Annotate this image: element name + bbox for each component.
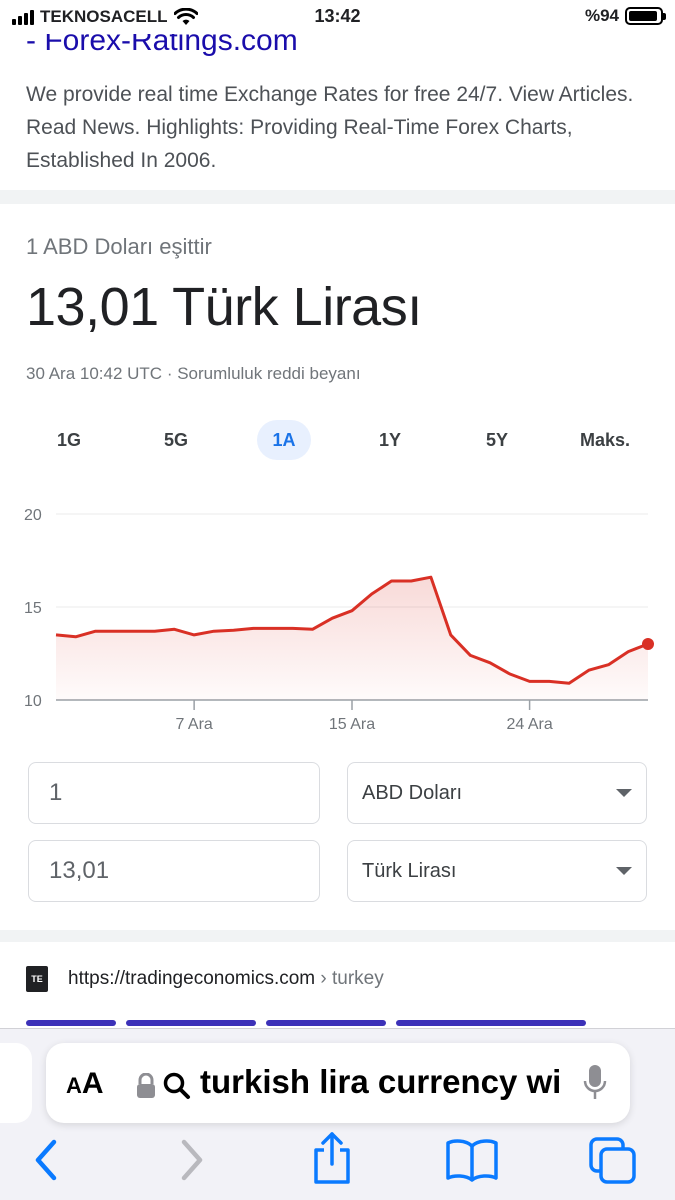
x-tick-label: 7 Ara	[175, 716, 212, 733]
from-amount-value: 1	[49, 779, 63, 806]
tab-1y[interactable]: 1Y	[365, 420, 415, 460]
range-tabs: 1G 5G 1A 1Y 5Y Maks.	[14, 420, 664, 460]
tab-5y[interactable]: 5Y	[472, 420, 522, 460]
converter-equals-text: 1 ABD Doları eşittir	[26, 234, 212, 259]
from-currency-label: ABD Doları	[362, 781, 463, 804]
to-amount-field[interactable]: 13,01	[28, 840, 320, 902]
converter-timestamp-row: 30 Ara 10:42 UTC · Sorumluluk reddi beya…	[26, 364, 361, 384]
favicon-text: TE	[31, 974, 43, 984]
currency-converter-card: 1 ABD Doları eşittir 13,01 Türk Lirası 3…	[0, 204, 675, 930]
converter-timestamp: 30 Ara 10:42 UTC	[26, 364, 163, 383]
dropdown-arrow-icon	[616, 867, 632, 875]
share-icon[interactable]	[310, 1130, 354, 1186]
forward-icon[interactable]	[176, 1134, 208, 1186]
result-site-row[interactable]: TE https://tradingeconomics.com › turkey	[26, 966, 384, 992]
result-domain: https://tradingeconomics.com	[68, 968, 316, 989]
battery-percent: %94	[584, 6, 619, 25]
disclaimer-link[interactable]: Sorumluluk reddi beyanı	[177, 364, 360, 383]
to-currency-select[interactable]: Türk Lirası	[347, 840, 647, 902]
x-tick-label: 24 Ara	[506, 716, 552, 733]
y-tick-label: 15	[24, 600, 42, 617]
bookmarks-icon[interactable]	[444, 1138, 500, 1182]
battery-icon	[625, 7, 666, 25]
tabs-icon[interactable]	[588, 1136, 638, 1186]
tab-5g[interactable]: 5G	[151, 420, 201, 460]
y-tick-label: 10	[24, 693, 42, 710]
reader-aa-button[interactable]: AA	[66, 1067, 104, 1101]
tab-1g[interactable]: 1G	[44, 420, 94, 460]
site-favicon: TE	[26, 966, 48, 992]
from-amount-field[interactable]: 1	[28, 762, 320, 824]
clock: 13:42	[314, 6, 361, 26]
dropdown-arrow-icon	[616, 789, 632, 797]
separator-dot: ·	[166, 364, 173, 383]
search-result-card: - Forex-Ratings.com We provide real time…	[0, 34, 675, 190]
result-breadcrumb: › turkey	[320, 968, 384, 989]
battery-group: %94	[584, 6, 666, 26]
to-currency-label: Türk Lirası	[362, 859, 457, 882]
previous-tab-peek[interactable]	[0, 1043, 32, 1123]
tab-1a[interactable]: 1A	[257, 420, 311, 460]
y-tick-label: 20	[24, 507, 42, 524]
to-amount-value: 13,01	[49, 857, 110, 884]
result-snippet: We provide real time Exchange Rates for …	[26, 83, 634, 172]
result-title-link[interactable]: - Forex-Ratings.com	[26, 34, 298, 58]
search-icon	[163, 1072, 190, 1099]
address-text[interactable]: turkish lira currency wi	[200, 1063, 600, 1101]
lock-icon	[137, 1073, 155, 1098]
chart-current-point	[642, 638, 654, 651]
address-bar[interactable]: AA turkish lira currency wi	[46, 1043, 630, 1123]
from-currency-select[interactable]: ABD Doları	[347, 762, 647, 824]
converter-result: 13,01 Türk Lirası	[26, 277, 422, 337]
tab-max[interactable]: Maks.	[570, 420, 640, 460]
status-bar: TEKNOSACELL 13:42 %94	[0, 0, 675, 34]
microphone-icon[interactable]	[582, 1063, 608, 1103]
x-tick-label: 15 Ara	[329, 716, 375, 733]
back-icon[interactable]	[30, 1134, 62, 1186]
exchange-rate-chart[interactable]: 20 15 10 7 Ara 15 Ara 24 Ara	[0, 494, 675, 754]
result-url[interactable]: https://tradingeconomics.com › turkey	[68, 968, 384, 990]
